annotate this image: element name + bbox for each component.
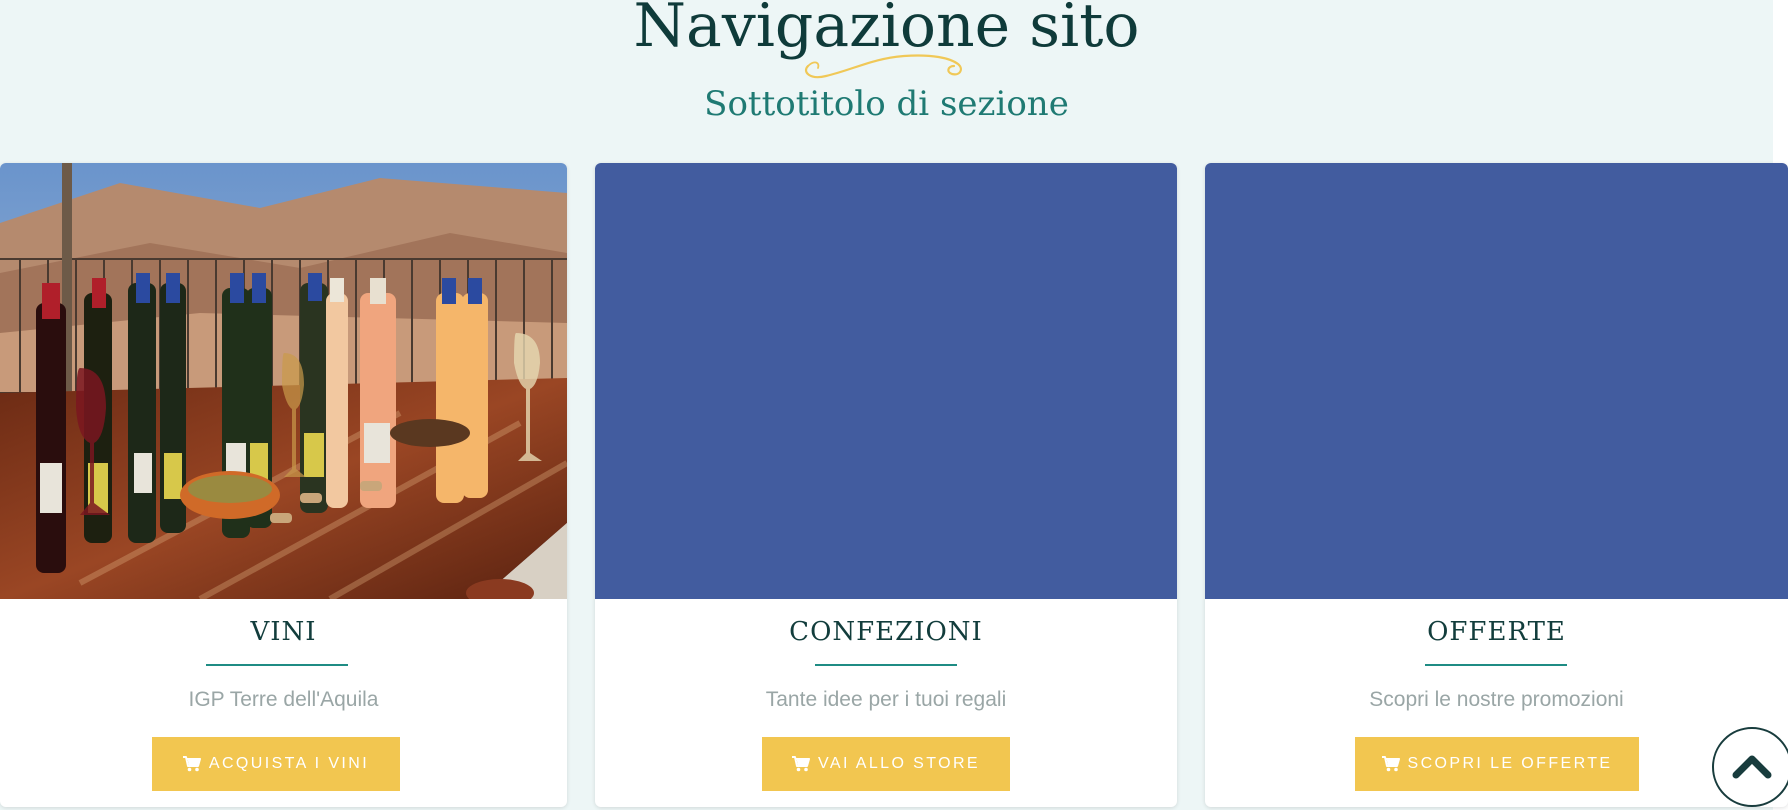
card-description: Tante idee per i tuoi regali (765, 688, 1007, 711)
card-title: CONFEZIONI (789, 617, 983, 647)
button-label: SCOPRI LE OFFERTE (1407, 755, 1613, 772)
card-description: Scopri le nostre promozioni (1369, 688, 1624, 711)
card-offerte: OFFERTE Scopri le nostre promozioni SCOP… (1205, 163, 1788, 807)
card-vini: VINI IGP Terre dell'Aquila ACQUISTA I VI… (0, 163, 567, 807)
button-label: ACQUISTA I VINI (208, 755, 370, 772)
flourish-ornament (804, 54, 962, 79)
button-label: VAI ALLO STORE (818, 755, 980, 772)
card-image-placeholder (595, 163, 1177, 599)
title-divider (815, 664, 957, 666)
card-title: VINI (250, 617, 317, 647)
section-subtitle: Sottotitolo di sezione (704, 84, 1069, 124)
card-description: IGP Terre dell'Aquila (188, 688, 379, 711)
cart-icon (1381, 756, 1400, 772)
scopri-le-offerte-button[interactable]: SCOPRI LE OFFERTE (1355, 737, 1639, 791)
title-divider (1425, 664, 1567, 666)
scroll-to-top-button[interactable] (1712, 727, 1788, 807)
chevron-up-icon (1732, 755, 1772, 779)
card-confezioni: CONFEZIONI Tante idee per i tuoi regali … (595, 163, 1177, 807)
wine-bottles-photo (0, 163, 567, 599)
card-image-placeholder (1205, 163, 1788, 599)
vai-allo-store-button[interactable]: VAI ALLO STORE (762, 737, 1010, 791)
title-divider (206, 664, 348, 666)
cart-icon (182, 756, 201, 772)
card-title: OFFERTE (1427, 617, 1566, 647)
acquista-i-vini-button[interactable]: ACQUISTA I VINI (152, 737, 400, 791)
cart-icon (792, 756, 811, 772)
